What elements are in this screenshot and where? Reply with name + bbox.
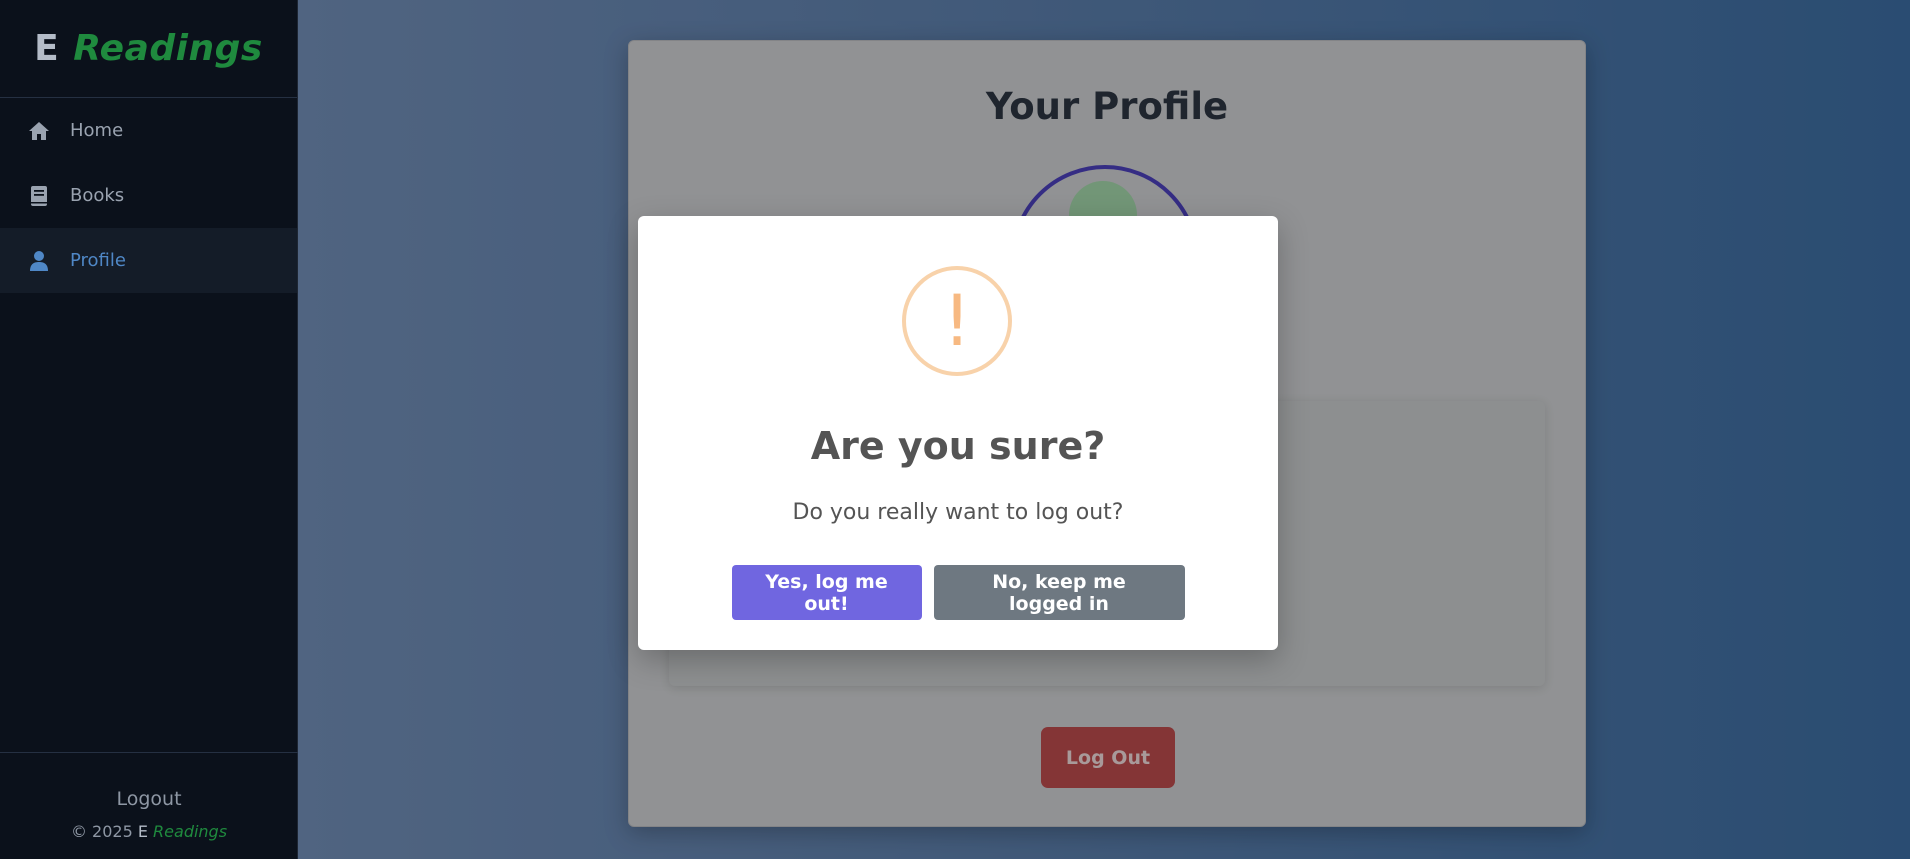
sidebar-logout-link[interactable]: Logout [0,788,298,810]
copyright: © 2025 E Readings [0,822,298,841]
warning-icon: ! [902,266,1012,376]
user-icon [27,249,70,273]
copyright-e: E [137,822,148,841]
sidebar-item-books[interactable]: Books [0,163,297,228]
book-icon [27,184,70,208]
brand-logo[interactable]: E Readings [0,0,297,98]
brand-name: Readings [73,28,263,69]
dialog-message: Do you really want to log out? [792,500,1124,525]
sidebar-item-label: Home [70,120,124,141]
sidebar-item-label: Books [70,185,125,206]
brand-prefix: E [34,28,60,69]
dialog-title: Are you sure? [810,424,1106,468]
sidebar-footer: Logout © 2025 E Readings [0,752,298,859]
confirm-dialog: ! Are you sure? Do you really want to lo… [638,216,1278,650]
cancel-logout-button[interactable]: No, keep me logged in [933,565,1185,620]
dialog-actions: Yes, log me out! No, keep me logged in [638,565,1278,620]
sidebar-item-label: Profile [70,250,126,271]
home-icon [27,119,70,143]
sidebar: E Readings Home Books Profile Logout © 2… [0,0,298,859]
sidebar-item-profile[interactable]: Profile [0,228,297,293]
copyright-prefix: © 2025 [70,822,133,841]
copyright-name: Readings [153,822,228,841]
confirm-logout-button[interactable]: Yes, log me out! [731,565,922,620]
sidebar-item-home[interactable]: Home [0,98,297,163]
